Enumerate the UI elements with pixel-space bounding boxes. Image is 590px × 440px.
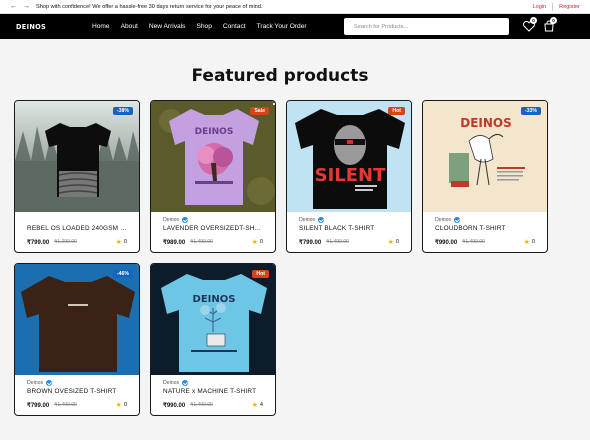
product-name[interactable]: LAVENDER OVERSIZEDT-SHIRT <box>163 225 263 232</box>
star-icon: ★ <box>523 239 530 246</box>
rating-count: 0 <box>395 239 399 245</box>
star-icon: ★ <box>251 402 258 409</box>
brand-name: Deinos <box>27 380 44 386</box>
product-photo: DEINOS <box>151 101 275 212</box>
product-card[interactable]: DEINOS -33% Deinos CLOUDBORN T-SHIRT ₹99… <box>422 100 548 253</box>
wishlist-button[interactable]: 0 <box>522 17 537 33</box>
product-price: ₹989.00 <box>163 239 186 246</box>
product-price: ₹799.00 <box>27 239 50 246</box>
nav-about[interactable]: About <box>121 23 138 30</box>
shirt-print-text: DEINOS <box>193 294 236 305</box>
nav-track-order[interactable]: Track Your Order <box>257 23 307 30</box>
product-name[interactable]: SILENT BLACK T-SHIRT <box>299 225 399 232</box>
discount-badge: -38% <box>112 107 133 115</box>
verified-icon <box>182 217 189 223</box>
announcement-arrows: ← → <box>10 3 30 10</box>
product-mrp: ₹1,499.00 <box>462 239 485 245</box>
product-photo: DEINOS <box>151 264 275 375</box>
nav-shop[interactable]: Shop <box>196 23 211 30</box>
hot-badge: Hot <box>388 107 405 115</box>
hot-badge: Hot <box>252 270 269 278</box>
brand-name: Deinos <box>163 380 180 386</box>
nav-new-arrivals[interactable]: New Arrivals <box>149 23 186 30</box>
product-name[interactable]: CLOUDBORN T-SHIRT <box>435 225 535 232</box>
product-photo: SILENT <box>287 101 411 212</box>
shirt-print-text: SILENT <box>315 165 386 186</box>
nav-home[interactable]: Home <box>92 23 110 30</box>
arrow-right-icon[interactable]: → <box>23 3 30 10</box>
auth-links: Login Register <box>532 2 580 11</box>
brand-name: Deinos <box>163 217 180 223</box>
discount-badge: -33% <box>520 107 541 115</box>
nav-contact[interactable]: Contact <box>223 23 246 30</box>
divider <box>552 2 554 11</box>
product-card[interactable]: DEINOS Hot Deinos NATURE x MACHINE T-SHI… <box>150 263 276 416</box>
star-icon: ★ <box>115 402 122 409</box>
product-brand: Deinos <box>435 216 535 224</box>
main-nav: Home About New Arrivals Shop Contact Tra… <box>92 23 307 30</box>
product-brand <box>27 216 127 224</box>
rating-count: 4 <box>259 402 263 408</box>
product-image[interactable]: SILENT Hot <box>287 101 411 212</box>
product-card[interactable]: -38% REBEL OS LOADED 240GSM OVE... ₹799.… <box>14 100 140 253</box>
sale-badge: Sale <box>250 107 269 115</box>
login-link[interactable]: Login <box>532 4 546 10</box>
product-mrp: ₹1,499.00 <box>190 402 213 408</box>
header-icons: 0 0 <box>522 17 557 33</box>
product-name[interactable]: NATURE x MACHINE T-SHIRT <box>163 388 263 395</box>
brand-name: Deinos <box>299 217 316 223</box>
discount-badge: -46% <box>112 270 133 278</box>
wishlist-count: 0 <box>530 17 537 24</box>
product-mrp: ₹1,499.00 <box>54 402 77 408</box>
search-input[interactable]: Search for Products... <box>344 18 509 35</box>
product-brand: Deinos <box>163 216 263 224</box>
product-card[interactable]: DEINOS Sale Deinos LAVENDER OVERSIZEDT-S… <box>150 100 276 253</box>
product-brand: Deinos <box>299 216 399 224</box>
product-photo <box>15 264 139 375</box>
logo[interactable]: DEINOS <box>16 23 46 31</box>
shirt-print-text: DEINOS <box>195 127 234 137</box>
product-name[interactable]: BROWN OVESIZED T-SHIRT <box>27 388 127 395</box>
product-card[interactable]: SILENT Hot Deinos SILENT BLACK T-SHIRT ₹… <box>286 100 412 253</box>
verified-icon <box>318 217 325 223</box>
product-mrp: ₹1,499.00 <box>190 239 213 245</box>
navbar: DEINOS Home About New Arrivals Shop Cont… <box>0 14 590 39</box>
product-image[interactable]: DEINOS Sale <box>151 101 275 212</box>
product-price: ₹990.00 <box>163 402 186 409</box>
section-title: Featured products <box>191 66 369 86</box>
rating-count: 0 <box>531 239 535 245</box>
product-image[interactable]: -46% <box>15 264 139 375</box>
cart-count: 0 <box>550 17 557 24</box>
star-icon: ★ <box>251 239 258 246</box>
product-image[interactable]: -38% <box>15 101 139 212</box>
product-image[interactable]: DEINOS Hot <box>151 264 275 375</box>
announcement-bar: ← → Shop with confidence! We offer a has… <box>0 0 590 14</box>
announcement-text: Shop with confidence! We offer a hassle-… <box>36 3 263 10</box>
product-price: ₹799.00 <box>299 239 322 246</box>
verified-icon <box>46 380 53 386</box>
product-price: ₹990.00 <box>435 239 458 246</box>
star-icon: ★ <box>115 239 122 246</box>
verified-icon <box>182 380 189 386</box>
product-name[interactable]: REBEL OS LOADED 240GSM OVE... <box>27 225 127 232</box>
register-link[interactable]: Register <box>559 4 580 10</box>
product-mrp: ₹1,299.00 <box>54 239 77 245</box>
product-brand: Deinos <box>27 379 127 387</box>
product-photo <box>15 101 139 212</box>
product-card[interactable]: -46% Deinos BROWN OVESIZED T-SHIRT ₹799.… <box>14 263 140 416</box>
verified-icon <box>454 217 461 223</box>
star-icon: ★ <box>387 239 394 246</box>
product-brand: Deinos <box>163 379 263 387</box>
cart-button[interactable]: 0 <box>542 17 557 33</box>
rating-count: 0 <box>123 402 127 408</box>
product-price: ₹799.00 <box>27 402 50 409</box>
rating-count: 0 <box>123 239 127 245</box>
product-photo: DEINOS <box>423 101 547 212</box>
product-mrp: ₹1,499.00 <box>326 239 349 245</box>
shirt-print-text: DEINOS <box>460 116 512 130</box>
arrow-left-icon[interactable]: ← <box>10 3 17 10</box>
rating-count: 0 <box>259 239 263 245</box>
product-image[interactable]: DEINOS -33% <box>423 101 547 212</box>
brand-name: Deinos <box>435 217 452 223</box>
